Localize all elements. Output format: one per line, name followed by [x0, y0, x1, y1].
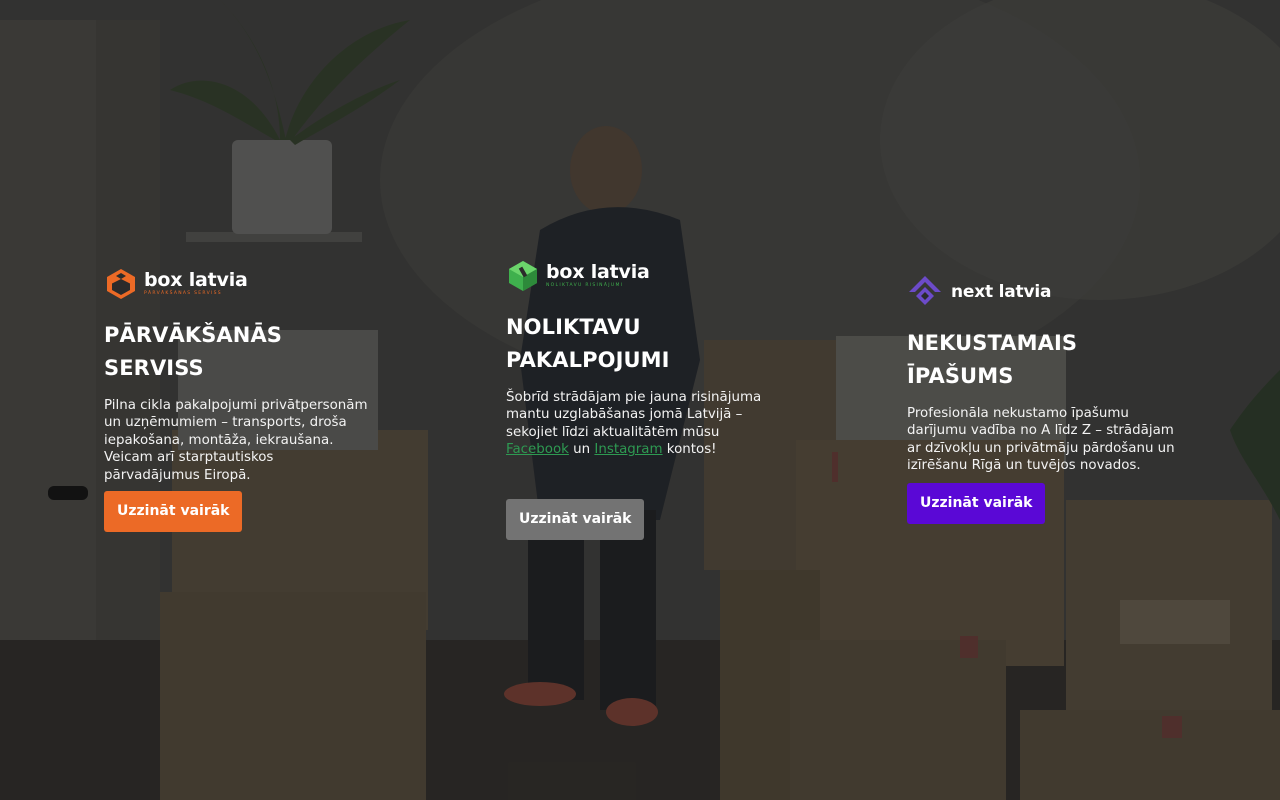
brand-logo[interactable]: box latvia PĀRVĀKŠANAS SERVISS: [104, 267, 374, 301]
brand-tagline: NOLIKTAVU RISINĀJUMI: [546, 283, 624, 289]
description-text: un: [568, 442, 595, 458]
learn-more-button[interactable]: Uzzināt vairāk: [506, 499, 645, 540]
service-card-real-estate: next latvia NEKUSTAMAIS ĪPAŠUMS Profesio…: [907, 275, 1177, 524]
service-card-storage: box latvia NOLIKTAVU RISINĀJUMI NOLIKTAV…: [506, 259, 776, 540]
card-heading-line: NOLIKTAVU: [506, 315, 641, 339]
card-description: Šobrīd strādājam pie jauna risinājuma ma…: [506, 389, 768, 459]
facebook-link[interactable]: Facebook: [506, 442, 569, 457]
instagram-link[interactable]: Instagram: [594, 442, 662, 457]
brand-logo[interactable]: box latvia NOLIKTAVU RISINĀJUMI: [506, 259, 776, 293]
brand-name: next latvia: [951, 281, 1052, 302]
description-text: kontos!: [662, 442, 717, 458]
card-heading: NOLIKTAVU PAKALPOJUMI: [506, 311, 776, 377]
card-heading: NEKUSTAMAIS ĪPAŠUMS: [907, 331, 1078, 388]
brand-tagline: PĀRVĀKŠANAS SERVISS: [144, 291, 222, 297]
brand-name: box latvia: [546, 261, 650, 284]
card-description: Pilna cikla pakalpojumi privātpersonām u…: [104, 398, 368, 483]
card-heading-line: PAKALPOJUMI: [506, 348, 670, 372]
next-house-purple-icon: [909, 276, 941, 305]
card-heading: PĀRVĀKŠANĀS SERVISS: [104, 323, 283, 380]
box-cube-green-icon: [509, 261, 537, 291]
brand-name: box latvia: [144, 269, 248, 292]
learn-more-button[interactable]: Uzzināt vairāk: [104, 491, 243, 532]
brand-logo[interactable]: next latvia: [907, 275, 1177, 309]
service-card-moving: box latvia PĀRVĀKŠANAS SERVISS PĀRVĀKŠAN…: [104, 267, 374, 532]
box-hex-orange-icon: [107, 269, 135, 299]
description-text: Šobrīd strādājam pie jauna risinājuma ma…: [506, 390, 762, 440]
card-description: Profesionāla nekustamo īpašumu darījumu …: [907, 406, 1175, 474]
learn-more-button[interactable]: Uzzināt vairāk: [907, 483, 1046, 524]
